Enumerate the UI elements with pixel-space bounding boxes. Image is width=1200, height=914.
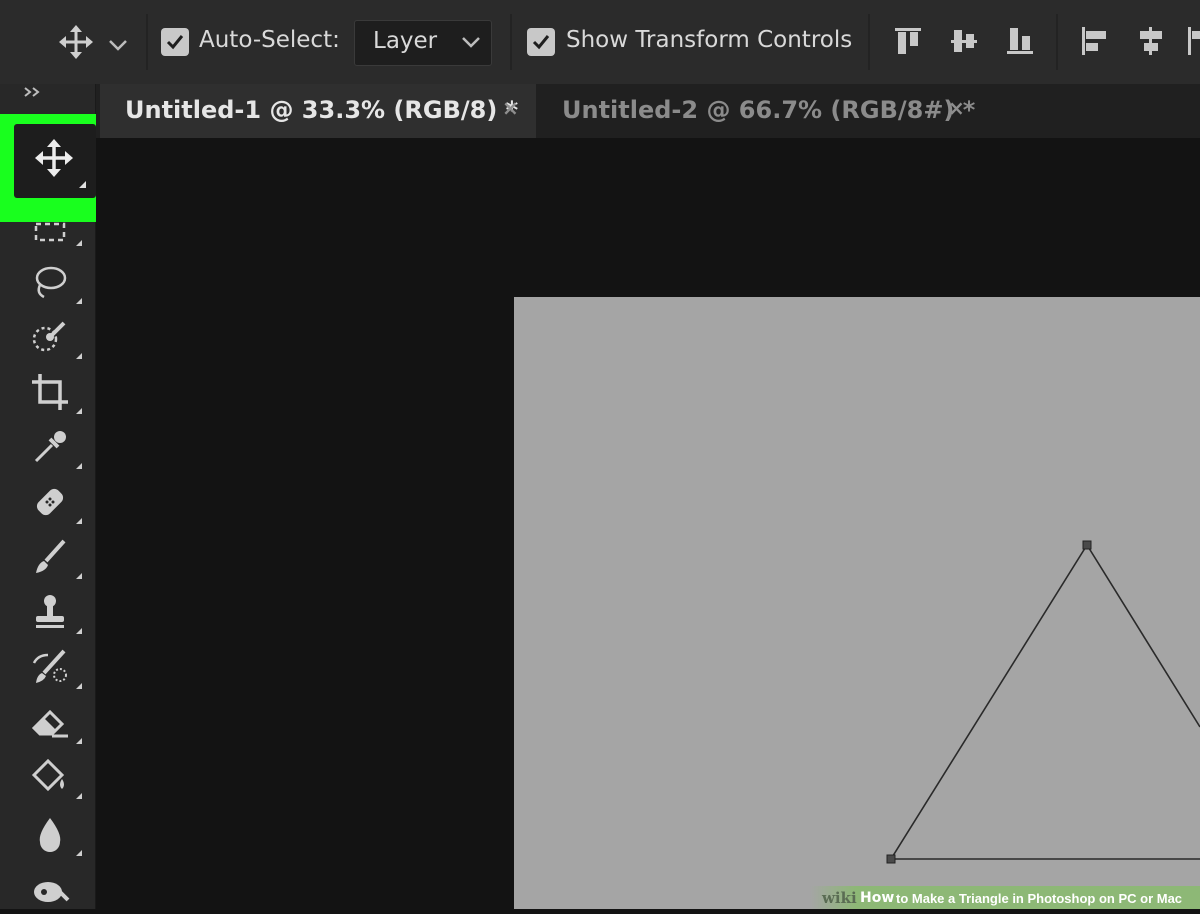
watermark-title: to Make a Triangle in Photoshop on PC or… — [896, 891, 1183, 906]
chevron-down-icon — [462, 37, 480, 48]
history-brush-tool[interactable] — [22, 643, 86, 691]
tool-group-indicator — [79, 181, 86, 188]
stamp-icon — [36, 595, 64, 628]
brush-tool[interactable] — [22, 533, 86, 581]
quick-selection-icon — [32, 321, 66, 352]
eyedropper-tool[interactable] — [22, 423, 86, 471]
move-tool[interactable] — [14, 124, 96, 198]
tab-label: Untitled-2 @ 66.7% (RGB/8#) * — [562, 96, 976, 124]
crop-tool[interactable] — [22, 368, 86, 416]
align-top-edges-icon[interactable] — [894, 26, 922, 60]
options-bar: Auto-Select: Layer Show Transform Contro… — [0, 0, 1200, 85]
eyedropper-icon — [34, 431, 66, 463]
tool-preset-chevron-down-icon[interactable] — [108, 36, 128, 55]
tool-group-indicator — [76, 240, 82, 246]
tool-group-indicator — [76, 353, 82, 359]
tool-group-indicator — [76, 573, 82, 579]
align-right-edges-icon[interactable] — [1186, 26, 1200, 60]
auto-select-target-dropdown[interactable]: Layer — [354, 20, 492, 66]
align-horizontal-centers-icon[interactable] — [1136, 26, 1166, 60]
eraser-tool[interactable] — [22, 698, 86, 746]
show-transform-controls-checkbox[interactable] — [527, 28, 555, 56]
document-tab-untitled-2[interactable]: Untitled-2 @ 66.7% (RGB/8#) * × — [536, 84, 988, 138]
watermark-wiki: wiki — [822, 889, 857, 907]
marquee-icon — [34, 222, 66, 242]
history-brush-icon — [32, 649, 67, 683]
tool-group-indicator — [76, 518, 82, 524]
separator — [510, 14, 512, 70]
close-tab-icon[interactable]: × — [502, 96, 519, 120]
auto-select-target-value: Layer — [373, 28, 438, 54]
anchor-point[interactable] — [886, 854, 896, 864]
separator — [1056, 14, 1058, 70]
paint-bucket-icon — [31, 758, 65, 792]
quick-selection-tool[interactable] — [22, 313, 86, 361]
tool-group-indicator — [76, 408, 82, 414]
tab-label: Untitled-1 @ 33.3% (RGB/8) * — [125, 96, 519, 124]
tool-group-indicator — [76, 463, 82, 469]
tool-group-indicator — [76, 793, 82, 799]
tool-group-indicator — [76, 298, 82, 304]
align-vertical-centers-icon[interactable] — [950, 26, 978, 60]
tool-group-indicator — [76, 738, 82, 744]
eraser-icon — [31, 709, 68, 738]
watermark-how: How — [860, 890, 895, 906]
crop-icon — [32, 374, 68, 410]
paint-bucket-tool[interactable] — [22, 753, 86, 801]
align-left-edges-icon[interactable] — [1080, 26, 1110, 60]
document-tab-bar: Untitled-1 @ 33.3% (RGB/8) * × Untitled-… — [96, 84, 1200, 138]
auto-select-checkbox[interactable] — [161, 28, 189, 56]
separator — [868, 14, 870, 70]
tool-group-indicator — [76, 850, 82, 856]
dodge-tool[interactable] — [22, 866, 86, 914]
collapse-panel-icon[interactable] — [22, 84, 46, 98]
auto-select-label: Auto-Select: — [199, 27, 340, 53]
close-tab-icon[interactable]: × — [948, 96, 965, 120]
water-drop-icon — [39, 818, 61, 852]
clone-stamp-tool[interactable] — [22, 588, 86, 636]
anchor-point[interactable] — [1082, 540, 1092, 550]
lasso-icon — [35, 266, 67, 299]
blur-tool[interactable] — [22, 810, 86, 858]
spot-healing-tool[interactable] — [22, 478, 86, 526]
move-tool-preset-icon[interactable] — [58, 24, 94, 60]
wikihow-watermark: wiki How to Make a Triangle in Photoshop… — [810, 886, 1200, 909]
separator — [146, 14, 148, 70]
lasso-tool[interactable] — [22, 258, 86, 306]
move-icon — [35, 139, 73, 177]
dodge-icon — [34, 882, 70, 902]
document-tab-untitled-1[interactable]: Untitled-1 @ 33.3% (RGB/8) * × — [100, 84, 536, 138]
brush-icon — [36, 539, 66, 573]
bandage-icon — [36, 488, 64, 516]
triangle-path[interactable] — [514, 297, 1200, 909]
tool-group-indicator — [76, 683, 82, 689]
tool-group-indicator — [76, 628, 82, 634]
align-bottom-edges-icon[interactable] — [1006, 26, 1034, 60]
show-transform-controls-label: Show Transform Controls — [566, 27, 853, 53]
